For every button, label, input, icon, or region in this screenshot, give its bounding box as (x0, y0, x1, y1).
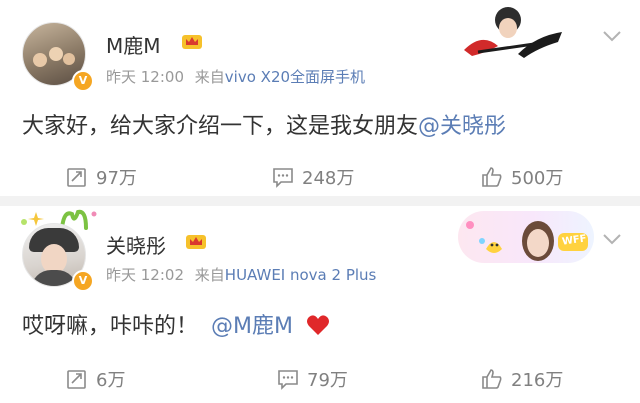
post-text: 大家好，给大家介绍一下，这是我女朋友 (22, 114, 419, 139)
fan-badge-decoration-icon (464, 7, 562, 58)
fan-card-decoration: WFF (458, 211, 594, 263)
action-bar: 6万 79万 216万 (0, 360, 640, 400)
action-bar: 97万 248万 500万 (0, 158, 640, 198)
repost-count: 97万 (96, 168, 137, 189)
vip-crown-icon (182, 35, 202, 49)
repost-count: 6万 (96, 370, 126, 391)
post-meta: 昨天 12:02 来自HUAWEI nova 2 Plus (106, 264, 376, 285)
like-button[interactable]: 500万 (481, 164, 563, 190)
weibo-post-1: V M鹿M 昨天 12:00 来自vivo X20全面屏手机 大家好，给大家介绍… (0, 0, 640, 200)
mention-link[interactable]: @M鹿M (211, 314, 293, 339)
username-guan-xiao-tong[interactable]: 关晓彤 (106, 230, 166, 259)
chevron-down-icon[interactable] (602, 233, 622, 245)
repost-icon (67, 168, 86, 187)
thumbs-up-icon (482, 167, 502, 187)
verified-badge-icon: V (72, 270, 94, 292)
source-prefix: 来自 (194, 266, 225, 284)
post-time: 昨天 12:00 (106, 68, 184, 86)
device-source[interactable]: vivo X20全面屏手机 (225, 68, 365, 86)
vip-crown-icon (186, 235, 206, 249)
device-source[interactable]: HUAWEI nova 2 Plus (225, 266, 377, 284)
chevron-down-icon[interactable] (602, 30, 622, 42)
repost-button[interactable]: 6万 (66, 366, 125, 392)
comment-count: 79万 (307, 370, 348, 391)
post-meta: 昨天 12:00 来自vivo X20全面屏手机 (106, 66, 365, 87)
repost-button[interactable]: 97万 (66, 164, 137, 190)
post-content: 大家好，给大家介绍一下，这是我女朋友@关晓彤 (22, 108, 506, 140)
repost-icon (67, 370, 86, 389)
comment-button[interactable]: 79万 (277, 366, 348, 392)
like-button[interactable]: 216万 (481, 366, 563, 392)
like-count: 216万 (511, 370, 564, 391)
comment-count: 248万 (302, 168, 355, 189)
heart-icon (306, 315, 329, 335)
weibo-post-2: V 关晓彤 昨天 12:02 来自HUAWEI nova 2 Plus WFF … (0, 200, 640, 403)
post-content: 哎呀嘛，咔咔的！ @M鹿M (22, 308, 330, 340)
mention-link[interactable]: @关晓彤 (418, 114, 506, 139)
username-m-lu-m[interactable]: M鹿M (106, 30, 161, 59)
comment-button[interactable]: 248万 (272, 164, 354, 190)
thumbs-up-icon (482, 369, 502, 389)
comment-icon (278, 370, 298, 390)
comment-icon (273, 168, 293, 188)
like-count: 500万 (511, 168, 564, 189)
post-time: 昨天 12:02 (106, 266, 184, 284)
verified-badge-icon: V (72, 70, 94, 92)
post-text: 哎呀嘛，咔咔的！ (22, 314, 199, 339)
source-prefix: 来自 (194, 68, 225, 86)
